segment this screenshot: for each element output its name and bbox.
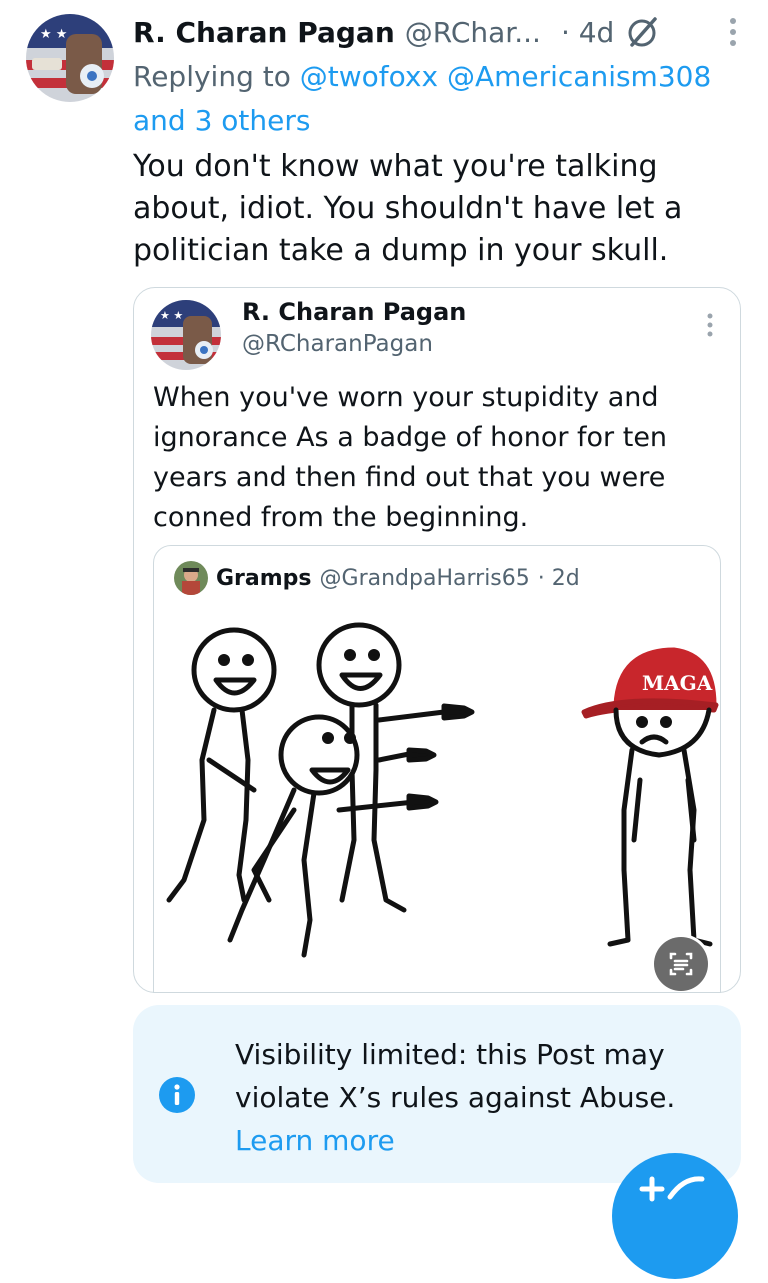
meme-image[interactable]: MAGA (154, 610, 720, 992)
post-time[interactable]: · 4d (561, 16, 614, 49)
post-text: You don't know what you're talking about… (133, 149, 683, 268)
grok-icon[interactable] (624, 14, 660, 50)
compose-icon (639, 1176, 705, 1202)
quoted-post[interactable]: ★ ★ R. Charan Pagan @RCharanPagan When y… (133, 287, 741, 993)
nested-author-name[interactable]: Gramps (216, 566, 312, 591)
quoted-author-avatar[interactable]: ★ ★ (151, 300, 221, 370)
hat-text: MAGA (642, 671, 713, 695)
compose-button[interactable] (612, 1153, 738, 1279)
nested-post-time[interactable]: · 2d (538, 566, 580, 591)
replying-prefix: Replying to (133, 60, 291, 93)
quoted-more-icon[interactable] (702, 310, 718, 340)
scan-text-icon[interactable] (654, 937, 708, 991)
notice-text: Visibility limited: this Post may violat… (235, 1033, 715, 1162)
more-icon[interactable] (723, 14, 743, 50)
quoted-author-handle[interactable]: @RCharanPagan (242, 328, 433, 360)
nested-author-handle[interactable]: @GrandpaHarris65 (320, 566, 530, 591)
svg-text:★ ★: ★ ★ (40, 27, 67, 42)
learn-more-link[interactable]: Learn more (235, 1124, 395, 1157)
notice-message: Visibility limited: this Post may violat… (235, 1038, 676, 1114)
replying-to: Replying to @twofoxx @Americanism308 and… (133, 55, 743, 143)
quoted-post-text: When you've worn your stupidity and igno… (153, 382, 668, 533)
svg-text:★ ★: ★ ★ (160, 309, 183, 322)
info-icon (158, 1076, 196, 1114)
author-avatar[interactable]: ★ ★ (26, 14, 114, 102)
author-handle[interactable]: @RChar... (405, 16, 541, 49)
nested-quoted-post[interactable]: Gramps @GrandpaHarris65 · 2d MAGA (153, 545, 721, 993)
post-header: R. Charan Pagan @RChar... · 4d (133, 10, 743, 54)
nested-author-avatar[interactable] (174, 561, 208, 595)
nested-quote-header: Gramps @GrandpaHarris65 · 2d (154, 546, 720, 610)
author-name[interactable]: R. Charan Pagan (133, 16, 395, 49)
quoted-author-name[interactable]: R. Charan Pagan (242, 296, 466, 328)
